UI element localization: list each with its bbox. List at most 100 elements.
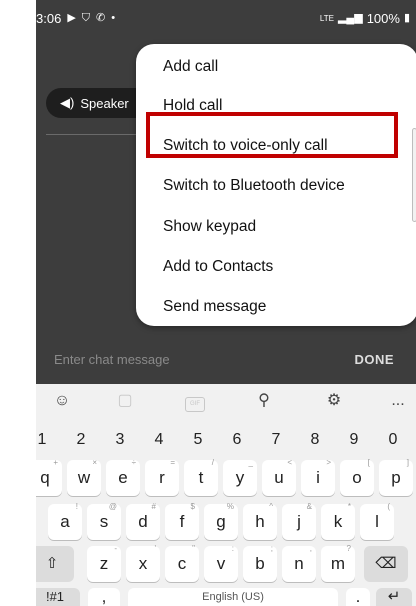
symbols-key[interactable]: !#1 (36, 588, 80, 606)
key-hint: ÷ (131, 458, 136, 467)
key-label: o (352, 468, 362, 487)
key-c[interactable]: c " (165, 544, 199, 582)
key-h[interactable]: h ^ (243, 502, 277, 540)
enter-key[interactable]: ↵ (376, 588, 412, 606)
key-t[interactable]: t / (184, 458, 218, 496)
key-4[interactable]: 4 (143, 422, 175, 458)
more-icon[interactable]: ... (386, 391, 410, 411)
settings-icon[interactable]: ⚙ (322, 391, 346, 411)
period-key[interactable]: . (346, 588, 370, 606)
key-b[interactable]: b; (243, 544, 277, 582)
key-1[interactable]: 1 (36, 422, 58, 458)
key-g[interactable]: g% (204, 502, 238, 540)
key-label: p (391, 468, 401, 487)
chat-input[interactable]: Enter chat message (54, 352, 170, 367)
key-o[interactable]: o[ (340, 458, 374, 496)
key-hint: / (211, 458, 214, 467)
key-hint: ? (346, 544, 351, 553)
key-label: m (330, 554, 346, 573)
key-hint: ( (387, 502, 390, 511)
play-icon: ▶ (67, 12, 76, 24)
key-label: l (375, 512, 379, 531)
key-8[interactable]: 8 (299, 422, 331, 458)
emoji-icon[interactable]: ☺ (50, 391, 74, 411)
key-l[interactable]: l( (360, 502, 394, 540)
gif-icon[interactable]: GIF (183, 391, 207, 412)
key-hint: # (151, 502, 156, 511)
key-2[interactable]: 2 (65, 422, 97, 458)
key-p[interactable]: p] (379, 458, 413, 496)
key-hint: , (309, 544, 312, 553)
menu-item-switch-bluetooth[interactable]: Switch to Bluetooth device (163, 173, 345, 199)
key-label: j (297, 512, 301, 531)
key-5[interactable]: 5 (182, 422, 214, 458)
key-hint: * (347, 502, 351, 511)
key-w[interactable]: w × (67, 458, 101, 496)
key-v[interactable]: v: (204, 544, 238, 582)
battery-icon: ▮ (403, 12, 410, 24)
comma-key[interactable]: , (88, 588, 120, 606)
letter-row-3: ⇧ z- x ' c " v: b; n, m? ⌫ (36, 544, 416, 582)
key-label: z (99, 554, 109, 573)
key-e[interactable]: e ÷ (106, 458, 140, 496)
key-label: u (274, 468, 284, 487)
key-label: e (118, 468, 128, 487)
speaker-label: Speaker (80, 95, 129, 111)
backspace-key[interactable]: ⌫ (364, 546, 408, 582)
signal-icon: ▂▄▆ (337, 12, 363, 24)
keyboard-toolbar: ☺ ▢ GIF ⚲ ⚙ ... (36, 384, 416, 418)
key-label: y (235, 468, 245, 487)
key-6[interactable]: 6 (221, 422, 253, 458)
sticker-icon[interactable]: ▢ (113, 391, 137, 411)
menu-item-send-message[interactable]: Send message (163, 294, 266, 320)
menu-item-show-keypad[interactable]: Show keypad (163, 214, 256, 240)
gif-label: GIF (185, 397, 205, 412)
done-button[interactable]: DONE (354, 352, 394, 367)
key-hint: + (53, 458, 58, 467)
key-k[interactable]: k * (321, 502, 355, 540)
divider (46, 134, 142, 135)
key-label: c (177, 554, 187, 573)
key-d[interactable]: d # (126, 502, 160, 540)
key-x[interactable]: x ' (126, 544, 160, 582)
key-a[interactable]: a! (48, 502, 82, 540)
key-9[interactable]: 9 (338, 422, 370, 458)
key-hint: > (326, 458, 331, 467)
key-m[interactable]: m? (321, 544, 355, 582)
key-label: w (77, 468, 91, 487)
key-label: i (316, 468, 320, 487)
key-n[interactable]: n, (282, 544, 316, 582)
menu-scrollbar[interactable] (412, 128, 416, 222)
space-bar[interactable]: English (US) (128, 588, 338, 606)
chat-bar: Enter chat message DONE (36, 340, 416, 380)
shield-icon: ⛉ (81, 12, 91, 24)
key-s[interactable]: s @ (87, 502, 121, 540)
menu-item-add-call[interactable]: Add call (163, 54, 218, 80)
key-hint: @ (108, 502, 117, 511)
key-i[interactable]: i > (301, 458, 335, 496)
key-u[interactable]: u < (262, 458, 296, 496)
key-r[interactable]: r = (145, 458, 179, 496)
key-label: k (333, 512, 343, 531)
key-y[interactable]: y _ (223, 458, 257, 496)
status-time: 3:06 (36, 11, 62, 26)
menu-item-add-to-contacts[interactable]: Add to Contacts (163, 254, 273, 280)
key-hint: < (287, 458, 292, 467)
key-hint: : (231, 544, 234, 553)
highlight-box (146, 112, 398, 158)
microphone-icon[interactable]: ⚲ (252, 391, 276, 411)
key-label: q (40, 468, 50, 487)
shift-key[interactable]: ⇧ (36, 546, 74, 582)
key-z[interactable]: z- (87, 544, 121, 582)
key-label: f (179, 512, 185, 531)
key-7[interactable]: 7 (260, 422, 292, 458)
key-f[interactable]: f $ (165, 502, 199, 540)
key-0[interactable]: 0 (377, 422, 409, 458)
key-hint: $ (190, 502, 195, 511)
key-q[interactable]: q + (36, 458, 62, 496)
key-hint: - (114, 544, 117, 553)
key-label: h (255, 512, 265, 531)
key-j[interactable]: j & (282, 502, 316, 540)
key-hint: % (226, 502, 234, 511)
key-3[interactable]: 3 (104, 422, 136, 458)
